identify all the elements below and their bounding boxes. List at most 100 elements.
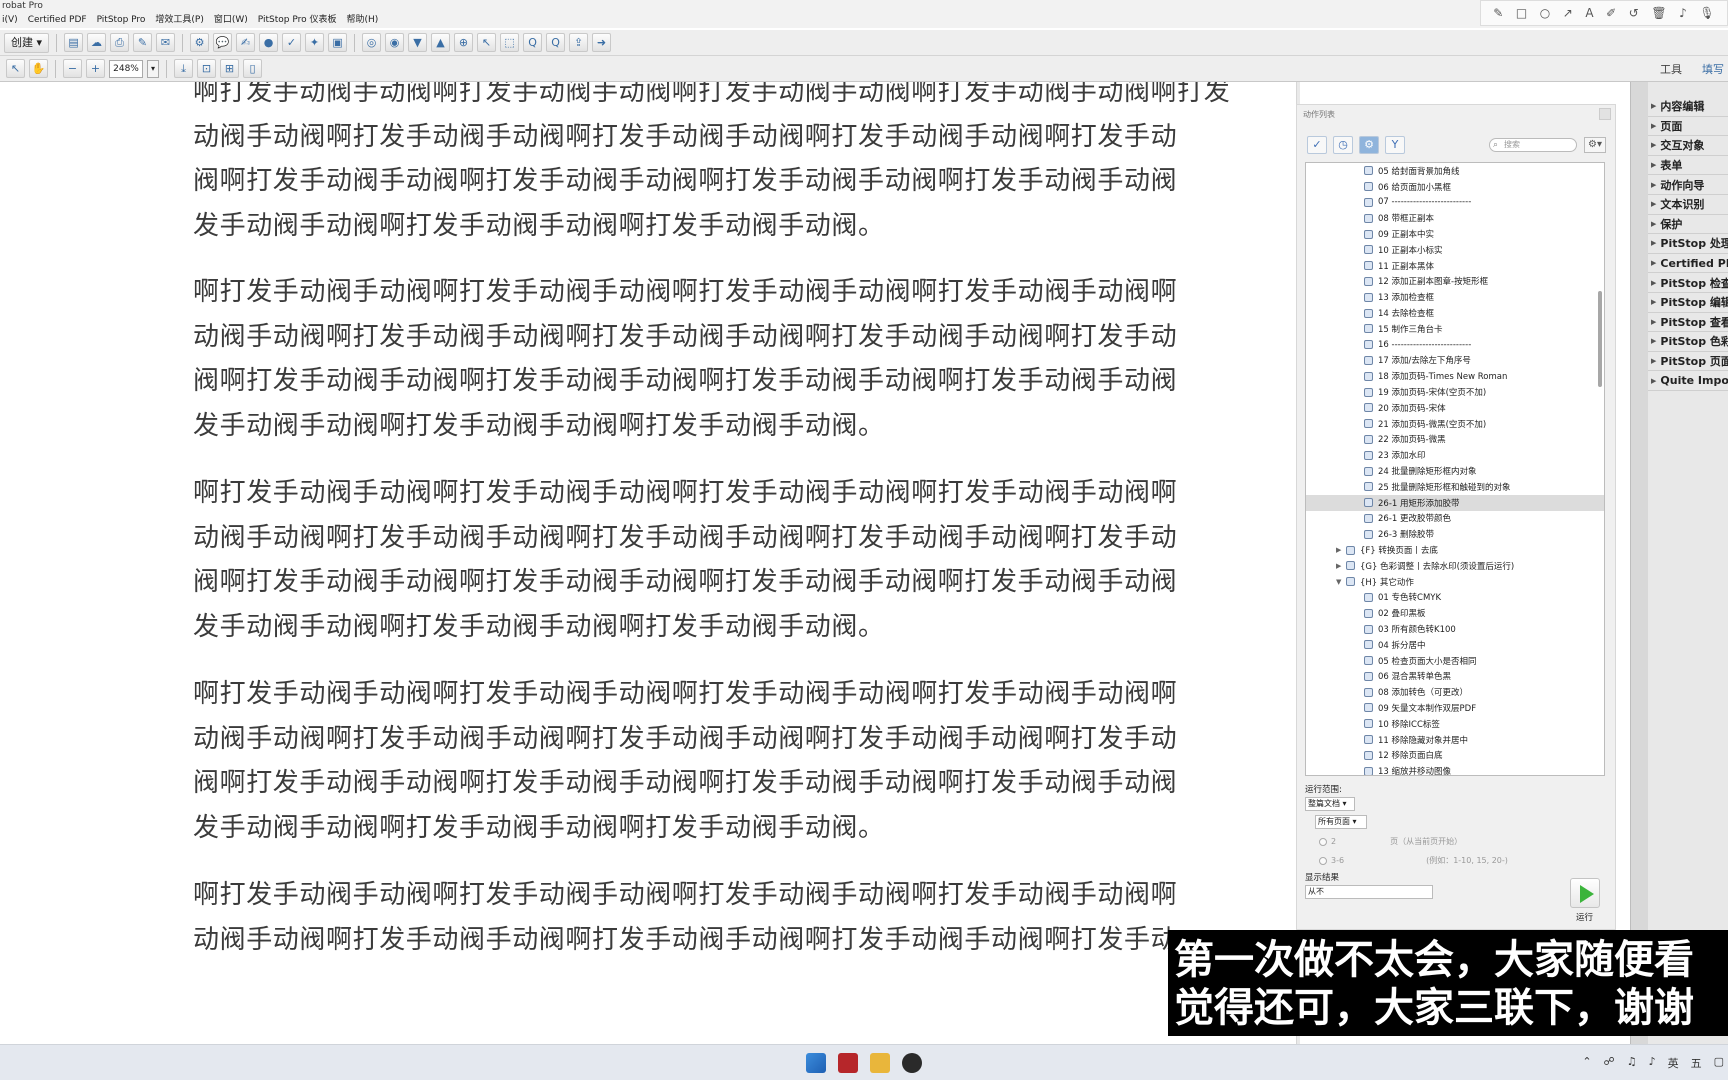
filter-icon[interactable]: Y xyxy=(1385,136,1405,154)
action-tree-item[interactable]: 21 添加页码-微黑(空页不加) xyxy=(1306,416,1604,432)
action-tree-item[interactable]: 05 检查页面大小是否相同 xyxy=(1306,653,1604,669)
undo-icon[interactable]: ↺ xyxy=(1629,6,1639,20)
page-count-option[interactable]: 2 页（从当前页开始） xyxy=(1319,836,1462,847)
tools-panel-item[interactable]: ▶ PitStop 编辑 xyxy=(1648,293,1728,313)
acrobat-icon[interactable] xyxy=(838,1053,858,1073)
inspector-icon[interactable]: ⊕ xyxy=(454,33,474,52)
file-explorer-icon[interactable] xyxy=(870,1053,890,1073)
gear-icon[interactable]: ⚙ xyxy=(1359,136,1379,154)
menu-item[interactable]: Certified PDF xyxy=(28,12,87,28)
action-tree-item[interactable]: 17 添加/去除左下角序号 xyxy=(1306,353,1604,369)
microphone-icon[interactable]: 🎙 xyxy=(1699,6,1714,20)
marker-icon[interactable]: ✐ xyxy=(1606,6,1616,20)
action-tree-item[interactable]: 06 混合黑转单色黑 xyxy=(1306,669,1604,685)
tools-panel-item[interactable]: ▶PitStop 页面程 xyxy=(1648,352,1728,372)
tools-panel-item[interactable]: ▶ 保护 xyxy=(1648,215,1728,235)
action-tree-item[interactable]: 12 移除页面白底 xyxy=(1306,747,1604,763)
action-tree-item[interactable]: 12 添加正副本图章-按矩形框 xyxy=(1306,274,1604,290)
menu-item[interactable]: 帮助(H) xyxy=(347,12,379,28)
check-icon[interactable]: ✓ xyxy=(1307,136,1327,154)
email-icon[interactable]: ✉ xyxy=(156,33,176,52)
action-tree-item[interactable]: 20 添加页码-宋体 xyxy=(1306,400,1604,416)
export-icon[interactable]: ⇪ xyxy=(569,33,589,52)
tools-panel-item[interactable]: ▶ PitStop 处理 xyxy=(1648,234,1728,254)
edit-icon[interactable]: ✎ xyxy=(133,33,153,52)
select-tool-icon[interactable]: ↖ xyxy=(6,59,25,78)
panel-splitter[interactable] xyxy=(1630,82,1648,1044)
tools-tab[interactable]: 工具 xyxy=(1660,61,1682,77)
action-tree-item[interactable]: 11 移除隐藏对象并居中 xyxy=(1306,732,1604,748)
page-range-radio[interactable] xyxy=(1319,856,1327,865)
scroll-mode-icon[interactable]: ⊞ xyxy=(220,59,239,78)
fill-sign-tab[interactable]: 填写 xyxy=(1702,61,1724,77)
tools-panel-item[interactable]: ▶Quite Imposing xyxy=(1648,371,1728,391)
tools-panel-item[interactable]: ▶ 表单 xyxy=(1648,156,1728,176)
action-tree-item[interactable]: 10 移除ICC标签 xyxy=(1306,716,1604,732)
circle-icon[interactable]: ○ xyxy=(1540,6,1550,20)
print-icon[interactable]: ⎙ xyxy=(110,33,130,52)
action-tree-item[interactable]: 14 去除检查框 xyxy=(1306,305,1604,321)
zoom-in-icon[interactable]: + xyxy=(86,59,105,78)
run-button[interactable] xyxy=(1570,878,1600,908)
volume-icon[interactable]: ♪ xyxy=(1649,1055,1656,1071)
menu-item[interactable]: PitStop Pro 仪表板 xyxy=(258,12,337,28)
recent-icon[interactable]: ◷ xyxy=(1333,136,1353,154)
pen-icon[interactable]: ✎ xyxy=(1493,6,1503,20)
pdf-check-icon[interactable]: ✓ xyxy=(282,33,302,52)
menu-item[interactable]: 窗口(W) xyxy=(214,12,248,28)
tools-panel-item[interactable]: ▶ 页面 xyxy=(1648,117,1728,137)
action-tree-item[interactable]: 08 带框正副本 xyxy=(1306,210,1604,226)
microphone-icon[interactable]: ♫ xyxy=(1627,1055,1637,1071)
action-tree-item[interactable]: 13 缩放并移动图像 xyxy=(1306,763,1604,775)
panel-close-button[interactable] xyxy=(1599,108,1611,120)
action-tree-item[interactable]: 23 添加水印 xyxy=(1306,447,1604,463)
pages-select[interactable]: 所有页面 ▾ xyxy=(1315,815,1367,829)
action-tree-item[interactable]: 18 添加页码-Times New Roman xyxy=(1306,368,1604,384)
language-indicator[interactable]: 英 xyxy=(1668,1055,1679,1071)
speaker-icon[interactable]: ♪ xyxy=(1679,6,1687,20)
fit-width-icon[interactable]: ⊡ xyxy=(197,59,216,78)
save-icon[interactable]: ▤ xyxy=(64,33,84,52)
menu-item[interactable]: i(V) xyxy=(2,12,18,28)
comment-icon[interactable]: 💬 xyxy=(213,33,233,52)
action-tree-item[interactable]: 06 给页面加小黑框 xyxy=(1306,179,1604,195)
page-count-radio[interactable] xyxy=(1319,837,1327,846)
zoom-out-icon[interactable]: − xyxy=(63,59,82,78)
action-tree-item[interactable]: 16 -------------------------- xyxy=(1306,337,1604,353)
preflight-icon[interactable]: ▲ xyxy=(431,33,451,52)
tools-panel-item[interactable]: ▶ PitStop 色彩 xyxy=(1648,332,1728,352)
page-range-option[interactable]: 3-6 (例如：1-10, 15, 20-) xyxy=(1319,855,1508,866)
result-select[interactable]: 从不 xyxy=(1305,885,1433,899)
qs-settings-icon[interactable]: Q xyxy=(546,33,566,52)
tools-panel-item[interactable]: ▶ PitStop 查看 xyxy=(1648,313,1728,333)
action-tree-item[interactable]: 02 叠印黑板 xyxy=(1306,605,1604,621)
action-tree-item[interactable]: 04 拆分居中 xyxy=(1306,637,1604,653)
action-tree-item[interactable]: 01 专色转CMYK xyxy=(1306,590,1604,606)
tree-scrollbar[interactable] xyxy=(1598,291,1602,387)
action-tree-item[interactable]: ▶ {G} 色彩调整丨去除水印(须设置后运行) xyxy=(1306,558,1604,574)
cloud-upload-icon[interactable]: ☁ xyxy=(87,33,107,52)
action-tree-item[interactable]: 24 批量删除矩形框内对象 xyxy=(1306,463,1604,479)
action-tree-item[interactable]: 26-3 删除胶带 xyxy=(1306,526,1604,542)
highlight-icon[interactable]: ✍ xyxy=(236,33,256,52)
qq-icon[interactable] xyxy=(902,1053,922,1073)
tools-panel-item[interactable]: ▶ 内容编辑 xyxy=(1648,97,1728,117)
rectangle-icon[interactable]: □ xyxy=(1516,6,1527,20)
action-tree-item[interactable]: 10 正副本小标实 xyxy=(1306,242,1604,258)
create-button[interactable]: 创建 ▾ xyxy=(4,32,50,53)
pdf-report-icon[interactable]: ▣ xyxy=(328,33,348,52)
scope-select[interactable]: 整篇文档 ▾ xyxy=(1305,797,1355,811)
action-tree-item[interactable]: 09 正副本中实 xyxy=(1306,226,1604,242)
qs-icon[interactable]: Q xyxy=(523,33,543,52)
action-tree-item[interactable]: 13 添加检查框 xyxy=(1306,289,1604,305)
trash-icon[interactable]: 🗑 xyxy=(1651,6,1666,20)
action-tree-item[interactable]: 22 添加页码-微黑 xyxy=(1306,432,1604,448)
pdf-edit-icon[interactable]: ✦ xyxy=(305,33,325,52)
arrow-icon[interactable]: ↗ xyxy=(1563,6,1573,20)
action-tree-item[interactable]: ▶ {F} 转换页面丨去底 xyxy=(1306,542,1604,558)
action-tree-item[interactable]: 09 矢量文本制作双层PDF xyxy=(1306,700,1604,716)
filter-icon[interactable]: ▼ xyxy=(408,33,428,52)
tools-panel-item[interactable]: ▶ 文本识别 xyxy=(1648,195,1728,215)
tools-panel-item[interactable]: ▶ PitStop 检查 xyxy=(1648,273,1728,293)
pitstop-process-icon[interactable]: ◎ xyxy=(362,33,382,52)
